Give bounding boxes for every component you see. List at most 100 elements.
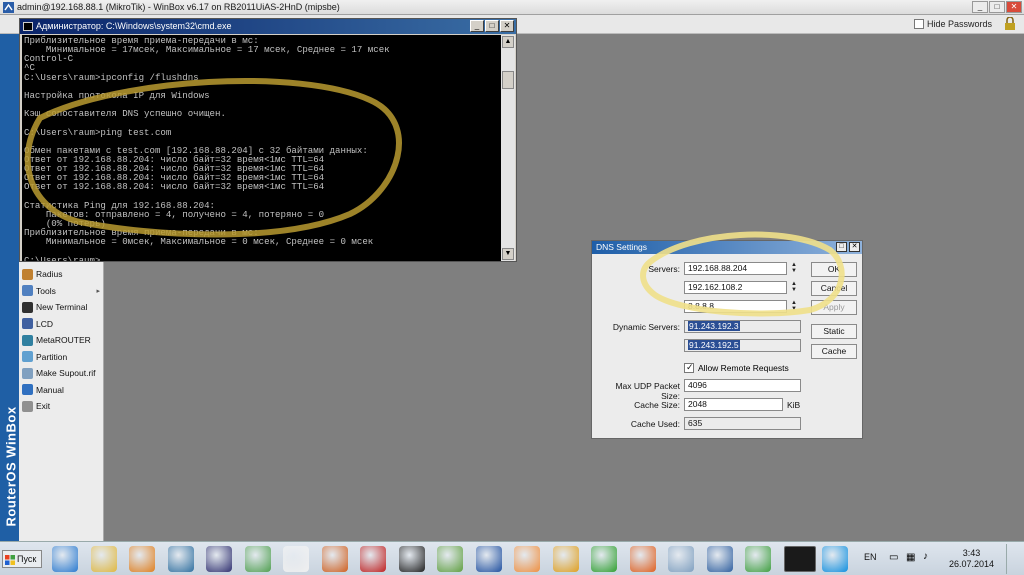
- exit-icon: [22, 400, 33, 412]
- sidebar-item-exit[interactable]: Exit: [19, 398, 104, 415]
- manual-icon: [22, 384, 33, 396]
- tray-volume-icon[interactable]: ♪: [923, 551, 928, 562]
- virtualbox-window-icon[interactable]: [552, 546, 579, 572]
- utorrent-icon[interactable]: [745, 546, 771, 572]
- hide-passwords-checkbox[interactable]: Hide Passwords: [913, 19, 992, 29]
- allow-remote-box[interactable]: ✓: [684, 362, 694, 373]
- record-icon[interactable]: [398, 546, 425, 572]
- notepad-icon[interactable]: [437, 546, 463, 572]
- sidebar-item-partition[interactable]: Partition: [19, 349, 104, 366]
- half-circle-icon[interactable]: [514, 546, 540, 572]
- supout-icon: [22, 367, 33, 379]
- cmd-minimize-button[interactable]: _: [470, 20, 484, 32]
- allow-remote-requests-checkbox[interactable]: ✓ Allow Remote Requests: [684, 362, 789, 373]
- cmd-maximize-button[interactable]: □: [485, 20, 499, 32]
- sidebar-item-make-supout-rif[interactable]: Make Supout.rif: [19, 365, 104, 382]
- scroll-up-arrow-icon[interactable]: ▲: [502, 36, 514, 48]
- minimize-button[interactable]: _: [972, 1, 988, 13]
- cache-size-input[interactable]: 2048: [684, 398, 783, 411]
- partition-icon: [22, 351, 33, 363]
- taskbar-clock[interactable]: 3:43 26.07.2014: [949, 548, 994, 570]
- dynamic-server-2-field: 91.243.192.5: [684, 339, 801, 352]
- server-2-updown-icon[interactable]: ▲ ▼: [790, 281, 798, 294]
- dns-settings-dialog[interactable]: DNS Settings □ ✕ Servers: 192.168.88.204…: [591, 240, 863, 439]
- server-3-updown-icon[interactable]: ▲ ▼: [790, 300, 798, 313]
- sidebar-item-label: Tools: [36, 285, 56, 296]
- ok-button[interactable]: OK: [811, 262, 857, 277]
- console-line: C:\Users\raum>ipconfig /flushdns: [24, 71, 199, 83]
- winbox-title-text: admin@192.168.88.1 (MikroTik) - WinBox v…: [17, 2, 340, 12]
- media-player-icon[interactable]: [129, 546, 155, 572]
- windows-flag-icon: [5, 554, 15, 565]
- floppy-icon[interactable]: [206, 546, 232, 572]
- cmd-scrollbar[interactable]: ▲ ▼: [501, 35, 515, 261]
- dns-maximize-button[interactable]: □: [836, 242, 847, 252]
- apply-button[interactable]: Apply: [811, 300, 857, 315]
- installer-icon[interactable]: [360, 546, 386, 572]
- dns-title-bar[interactable]: DNS Settings □ ✕: [592, 241, 862, 254]
- language-indicator[interactable]: EN: [864, 552, 877, 562]
- static-button[interactable]: Static: [811, 324, 857, 339]
- server-1-updown-icon[interactable]: ▲ ▼: [790, 262, 798, 275]
- tray-network-icon[interactable]: ▦: [906, 552, 915, 563]
- cmd-window-icon: [23, 22, 33, 31]
- scroll-thumb[interactable]: [502, 71, 514, 89]
- clock-time: 3:43: [962, 548, 981, 558]
- cache-size-unit: KiB: [787, 400, 801, 410]
- sidebar-item-label: Manual: [36, 384, 64, 395]
- console-line: Минимальное = 0мсек, Максимальное = 0 мс…: [24, 236, 374, 248]
- browser-globe-icon[interactable]: [167, 546, 194, 572]
- dns-server-1-input[interactable]: 192.168.88.204: [684, 262, 787, 275]
- servers-label: Servers:: [648, 264, 680, 274]
- cmd-title-text: Администратор: C:\Windows\system32\cmd.e…: [36, 21, 232, 31]
- cmd-console-output[interactable]: Приблизительное время приема-передачи в …: [22, 35, 502, 261]
- remote-desktop-icon[interactable]: [244, 546, 271, 572]
- eye-app-icon[interactable]: [321, 546, 348, 572]
- cache-button[interactable]: Cache: [811, 344, 857, 359]
- sidebar-item-radius[interactable]: Radius: [19, 266, 104, 283]
- hide-passwords-box[interactable]: [913, 19, 924, 29]
- cache-used-label: Cache Used:: [630, 419, 680, 429]
- system-tray: EN ▭ ▦ ♪ 3:43 26.07.2014: [844, 542, 1024, 575]
- virtualbox-icon[interactable]: [706, 546, 733, 572]
- app-circle-icon[interactable]: [475, 546, 502, 572]
- cache-size-label: Cache Size:: [634, 400, 680, 410]
- cmd-title-bar[interactable]: Администратор: C:\Windows\system32\cmd.e…: [20, 19, 516, 34]
- console-line: Настройка протокола IP для Windows: [24, 89, 210, 101]
- console-line: C:\Users\raum>_: [24, 254, 106, 261]
- tools-icon: [22, 285, 33, 297]
- sidebar-item-new-terminal[interactable]: New Terminal: [19, 299, 104, 316]
- eye-icon[interactable]: [668, 546, 694, 572]
- soccer-ball-icon[interactable]: [283, 546, 309, 572]
- sidebar-item-manual[interactable]: Manual: [19, 382, 104, 399]
- sidebar-item-lcd[interactable]: LCD: [19, 316, 104, 333]
- maximize-button[interactable]: □: [989, 1, 1005, 13]
- dynamic-server-2-value: 91.243.192.5: [688, 340, 740, 350]
- sidebar-item-label: New Terminal: [36, 302, 88, 313]
- max-udp-input[interactable]: 4096: [684, 379, 801, 392]
- start-button[interactable]: Пуск: [2, 550, 42, 568]
- triangle-app-icon[interactable]: [591, 546, 617, 572]
- winbox-app-icon: [3, 2, 14, 13]
- firefox-icon[interactable]: [629, 546, 656, 572]
- cmd-icon[interactable]: [783, 546, 816, 572]
- dns-close-button[interactable]: ✕: [849, 242, 860, 252]
- start-label: Пуск: [17, 554, 37, 564]
- cancel-button[interactable]: Cancel: [811, 281, 857, 296]
- close-button[interactable]: ✕: [1006, 1, 1022, 13]
- dynamic-server-1-value: 91.243.192.3: [688, 321, 740, 331]
- sidebar-item-tools[interactable]: Tools ▸: [19, 283, 104, 300]
- dns-server-2-input[interactable]: 192.162.108.2: [684, 281, 787, 294]
- dns-server-3-input[interactable]: 8.8.8.8: [684, 300, 787, 313]
- scroll-down-arrow-icon[interactable]: ▼: [502, 248, 514, 260]
- tray-printer-icon[interactable]: ▭: [889, 552, 898, 563]
- sidebar-item-metarouter[interactable]: MetaROUTER: [19, 332, 104, 349]
- ie-icon[interactable]: [52, 546, 78, 572]
- explorer-icon[interactable]: [90, 546, 117, 572]
- cmd-close-button[interactable]: ✕: [500, 20, 514, 32]
- show-desktop-button[interactable]: [1006, 544, 1020, 574]
- winbox-title-bar[interactable]: admin@192.168.88.1 (MikroTik) - WinBox v…: [0, 0, 1024, 15]
- cmd-window[interactable]: Администратор: C:\Windows\system32\cmd.e…: [19, 18, 517, 262]
- dns-title-text: DNS Settings: [596, 242, 648, 252]
- cache-used-field: 635: [684, 417, 801, 430]
